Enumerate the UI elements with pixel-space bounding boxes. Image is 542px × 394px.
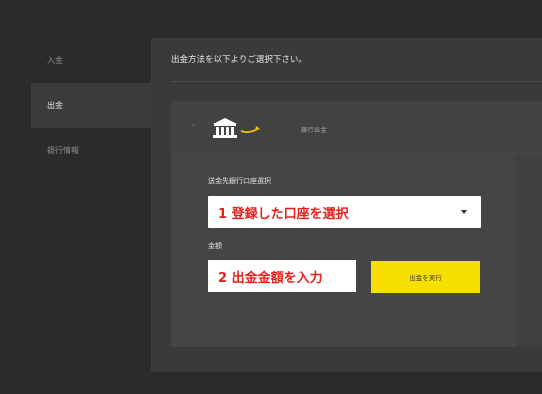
caret-down-icon [461,210,467,214]
main-content: 出金方法を以下よりご選択下さい。 ⌄ 銀行出金 送金先銀行口座選択 1 登録した… [151,38,542,372]
amount-label: 金額 [208,242,222,250]
amount-input[interactable]: 2 出金金額を入力 [208,260,356,292]
arrow-right-icon [240,126,260,134]
bank-icon [213,118,237,138]
account-select-value: 1 登録した口座を選択 [218,207,349,222]
chevron-down-icon[interactable]: ⌄ [190,119,197,128]
account-select-label: 送金先銀行口座選択 [208,177,271,185]
sidebar-item-withdraw[interactable]: 出金 [31,83,151,128]
withdraw-method-panel: ⌄ 銀行出金 送金先銀行口座選択 1 登録した口座を選択 金額 2 出金金額を入… [171,101,542,347]
sidebar-item-deposit[interactable]: 入金 [31,38,151,83]
page-instruction: 出金方法を以下よりご選択下さい。 [171,50,542,82]
execute-withdraw-button[interactable]: 出金を実行 [371,261,480,293]
sidebar-item-label: 銀行情報 [47,146,79,155]
account-select[interactable]: 1 登録した口座を選択 [208,196,481,228]
method-header[interactable]: ⌄ 銀行出金 [171,101,542,154]
sidebar-item-label: 出金 [47,101,63,110]
sidebar-item-label: 入金 [47,56,63,65]
panel-right-strip [516,154,542,347]
method-label: 銀行出金 [301,127,328,134]
sidebar-item-bank-info[interactable]: 銀行情報 [31,128,151,173]
method-form: 送金先銀行口座選択 1 登録した口座を選択 金額 2 出金金額を入力 出金を実行 [171,154,516,347]
amount-input-value: 2 出金金額を入力 [218,271,323,286]
sidebar: 入金 出金 銀行情報 [31,38,151,173]
